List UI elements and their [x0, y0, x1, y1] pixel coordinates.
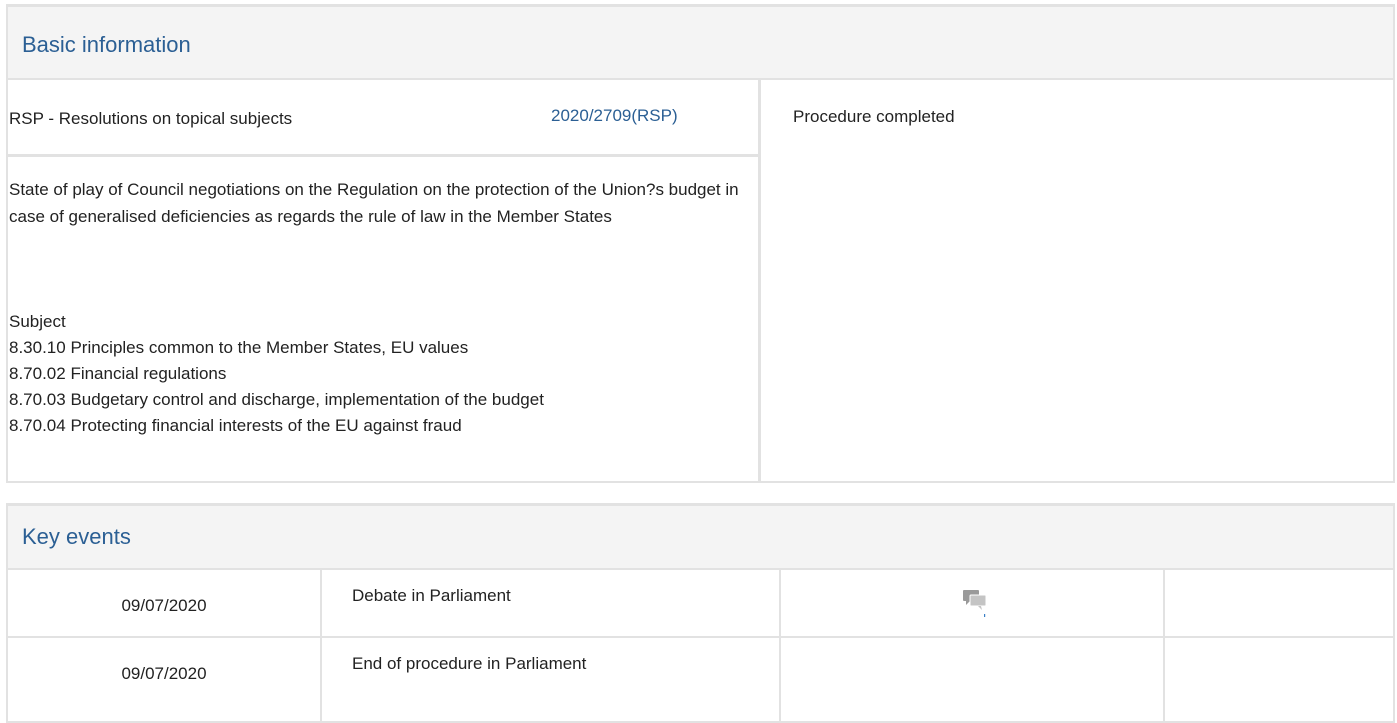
key-events-table: 09/07/2020 Debate in Parliament 09/07/20… — [8, 570, 1393, 721]
basic-information-panel: Basic information RSP - Resolutions on t… — [6, 4, 1395, 483]
table-row: 09/07/2020 Debate in Parliament — [8, 570, 1393, 638]
column-divider — [758, 80, 761, 482]
subject-label: Subject — [9, 312, 66, 331]
procedure-details: RSP - Resolutions on topical subjects 20… — [8, 80, 758, 482]
key-events-header: Key events — [8, 506, 1393, 570]
procedure-title: State of play of Council negotiations on… — [9, 180, 739, 226]
subject-list: Subject 8.30.10 Principles common to the… — [9, 309, 544, 439]
basic-information-title: Basic information — [22, 32, 191, 57]
key-events-panel: Key events 09/07/2020 Debate in Parliame… — [6, 503, 1395, 723]
event-date: 09/07/2020 — [121, 596, 207, 615]
key-events-title: Key events — [22, 524, 131, 549]
procedure-status: Procedure completed — [793, 107, 955, 126]
procedure-type-row: RSP - Resolutions on topical subjects 20… — [8, 80, 758, 157]
procedure-type: RSP - Resolutions on topical subjects — [9, 109, 293, 128]
subject-item: 8.70.03 Budgetary control and discharge,… — [9, 390, 544, 409]
basic-information-header: Basic information — [8, 7, 1393, 80]
event-description: End of procedure in Parliament — [352, 654, 587, 673]
event-description: Debate in Parliament — [352, 586, 511, 605]
event-date: 09/07/2020 — [121, 664, 207, 683]
procedure-reference-link[interactable]: 2020/2709(RSP) — [551, 106, 678, 126]
table-row: 09/07/2020 End of procedure in Parliamen… — [8, 638, 1393, 706]
debate-icon[interactable] — [961, 587, 991, 617]
subject-item: 8.70.02 Financial regulations — [9, 364, 227, 383]
subject-item: 8.30.10 Principles common to the Member … — [9, 338, 469, 357]
subject-item: 8.70.04 Protecting financial interests o… — [9, 416, 462, 435]
